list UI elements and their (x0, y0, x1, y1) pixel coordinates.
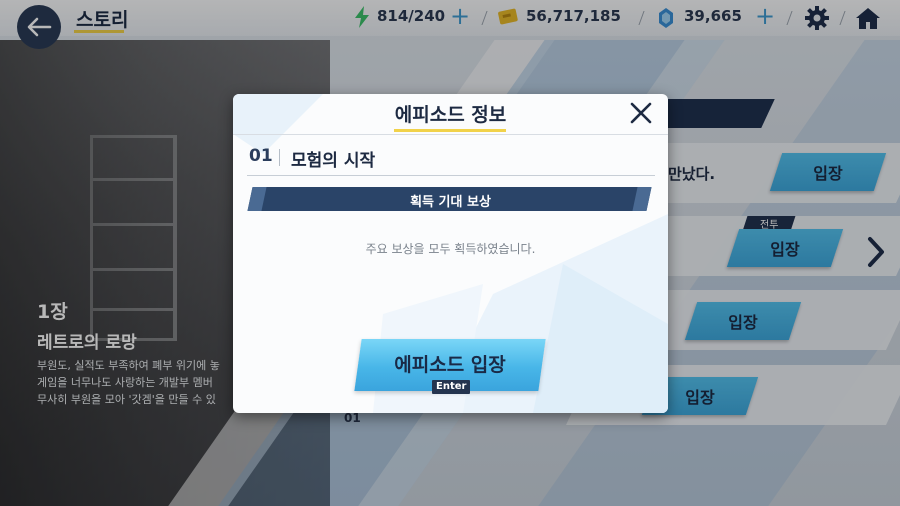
episode-number: 01 (249, 146, 273, 166)
reward-message: 주요 보상을 모두 획득하였습니다. (365, 242, 536, 256)
reward-header-label: 획득 기대 보상 (410, 195, 491, 210)
enter-key-hint: Enter (432, 380, 471, 394)
episode-info-dialog: 에피소드 정보 01 모험의 시작 획득 기대 보상 주요 보상을 모두 획득하… (233, 94, 668, 413)
enter-episode-label[interactable]: 에피소드 입장 (358, 350, 542, 377)
dialog-title: 에피소드 정보 (394, 104, 507, 126)
episode-title: 모험의 시작 (291, 151, 376, 171)
dialog-title-underline (394, 129, 506, 132)
close-icon[interactable] (628, 100, 654, 126)
